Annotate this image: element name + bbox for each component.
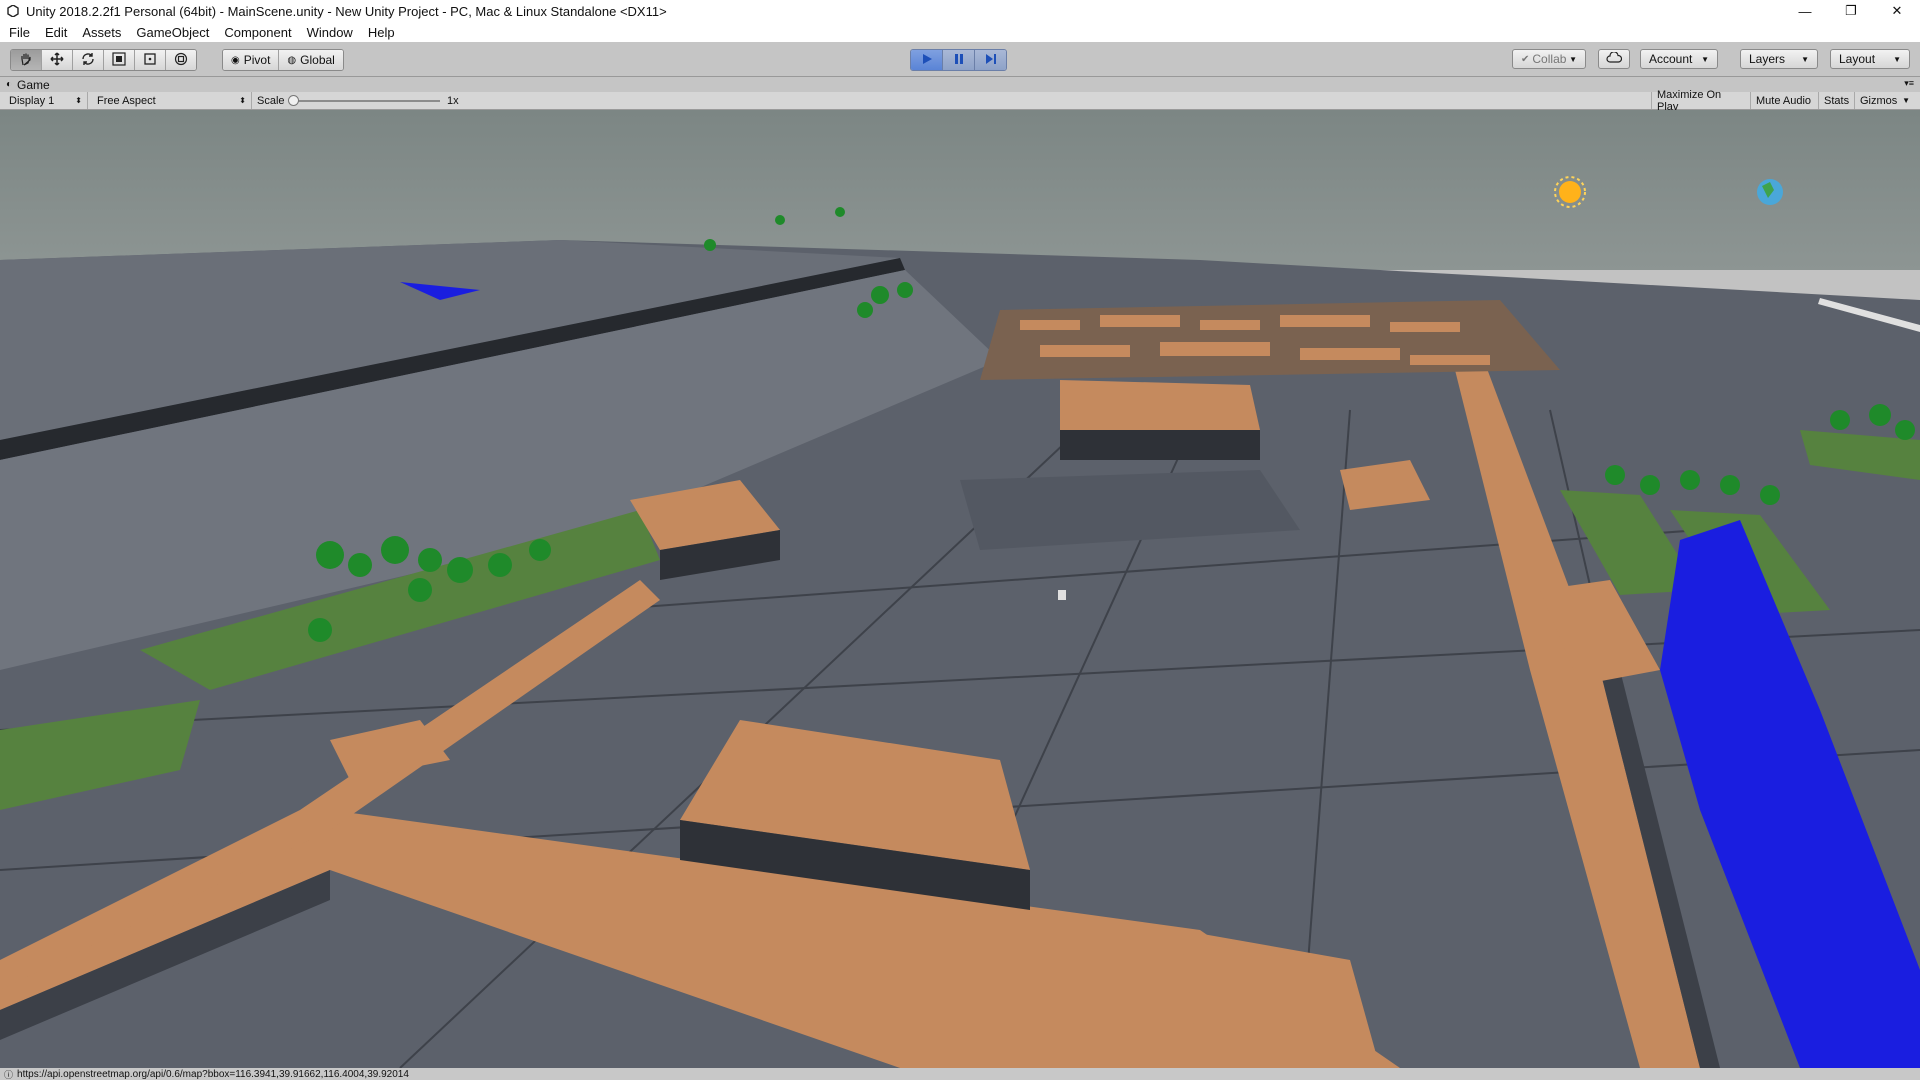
account-label: Account xyxy=(1649,52,1693,66)
aspect-dropdown[interactable]: Free Aspect ⬍ xyxy=(92,92,252,109)
close-button[interactable]: ✕ xyxy=(1874,0,1920,22)
dropdown-arrow-icon: ▼ xyxy=(1893,54,1901,64)
pivot-label: Pivot xyxy=(243,53,271,67)
global-label: Global xyxy=(300,53,335,67)
updown-arrow-icon: ⬍ xyxy=(75,96,82,105)
global-button[interactable]: ◍ Global xyxy=(279,50,343,70)
gizmos-dropdown[interactable]: Gizmos ▼ xyxy=(1855,92,1915,109)
layers-label: Layers xyxy=(1749,52,1786,66)
hand-icon xyxy=(19,52,33,69)
pacman-icon: ◐ xyxy=(6,79,13,90)
display-dropdown[interactable]: Display 1 ⬍ xyxy=(4,92,88,109)
scene-render xyxy=(0,110,1920,1068)
info-icon: ⓘ xyxy=(4,1069,14,1080)
pause-button[interactable] xyxy=(943,50,975,70)
maximize-on-play-toggle[interactable]: Maximize On Play xyxy=(1651,89,1751,113)
scale-tool-button[interactable] xyxy=(104,50,135,70)
transform-all-icon xyxy=(174,52,188,69)
menu-edit[interactable]: Edit xyxy=(36,25,73,40)
pivot-icon: ◉ xyxy=(231,54,240,66)
window-title: Unity 2018.2.2f1 Personal (64bit) - Main… xyxy=(26,3,667,19)
gizmos-label: Gizmos xyxy=(1860,94,1898,107)
cloud-button[interactable] xyxy=(1598,49,1630,69)
central-hall-side xyxy=(1060,430,1260,460)
account-dropdown[interactable]: Account ▼ xyxy=(1640,49,1718,69)
display-label: Display 1 xyxy=(9,94,55,107)
dropdown-arrow-icon: ▼ xyxy=(1569,54,1577,64)
menu-gameobject[interactable]: GameObject xyxy=(127,25,215,40)
rotate-tool-button[interactable] xyxy=(73,50,104,70)
pivot-button[interactable]: ◉ Pivot xyxy=(223,50,280,70)
central-hall-roof xyxy=(1060,380,1260,430)
playback-controls xyxy=(910,49,1007,71)
unity-logo-icon xyxy=(6,4,20,18)
scale-slider-track[interactable] xyxy=(292,100,440,102)
sky xyxy=(0,110,1920,270)
pause-icon xyxy=(953,53,965,68)
dropdown-arrow-icon: ▼ xyxy=(1801,54,1809,64)
window-title-bar: Unity 2018.2.2f1 Personal (64bit) - Main… xyxy=(0,0,1920,22)
menu-window[interactable]: Window xyxy=(298,25,359,40)
step-icon xyxy=(985,53,997,68)
aspect-label: Free Aspect xyxy=(97,94,156,107)
tab-game-label: Game xyxy=(17,77,50,92)
play-icon xyxy=(921,53,933,68)
menu-assets[interactable]: Assets xyxy=(73,25,127,40)
stats-toggle[interactable]: Stats xyxy=(1819,92,1855,109)
layers-dropdown[interactable]: Layers ▼ xyxy=(1740,49,1818,69)
collab-label: Collab xyxy=(1532,52,1567,66)
hand-tool-button[interactable] xyxy=(11,50,42,70)
menu-bar: File Edit Assets GameObject Component Wi… xyxy=(0,22,1920,42)
game-viewport[interactable] xyxy=(0,110,1920,1068)
globe-gizmo-icon[interactable] xyxy=(1757,179,1783,205)
tab-game[interactable]: ◐ Game xyxy=(6,77,50,92)
dropdown-arrow-icon: ▼ xyxy=(1701,54,1709,64)
main-toolbar: ◉ Pivot ◍ Global ✔ Collab ▼ Account ▼ La… xyxy=(0,42,1920,77)
transform-tools xyxy=(10,49,197,71)
scale-icon xyxy=(112,51,126,69)
minimize-button[interactable]: — xyxy=(1782,0,1828,22)
game-view-controls: Display 1 ⬍ Free Aspect ⬍ Scale 1x Maxim… xyxy=(0,89,1920,113)
mute-audio-toggle[interactable]: Mute Audio xyxy=(1751,92,1819,109)
tab-menu-icon[interactable]: ▾≡ xyxy=(1904,78,1914,89)
rear-cluster xyxy=(980,300,1560,380)
dropdown-arrow-icon: ▼ xyxy=(1902,96,1910,105)
scale-value: 1x xyxy=(447,94,459,107)
updown-arrow-icon: ⬍ xyxy=(239,96,246,105)
collab-dropdown[interactable]: ✔ Collab ▼ xyxy=(1512,49,1586,69)
menu-component[interactable]: Component xyxy=(215,25,297,40)
maximize-button[interactable]: ❐ xyxy=(1828,0,1874,22)
move-tool-button[interactable] xyxy=(42,50,73,70)
game-tab-bar: ◐ Game ▾≡ xyxy=(0,77,1920,92)
move-arrows-icon xyxy=(50,51,64,69)
layout-label: Layout xyxy=(1839,52,1876,66)
scale-slider-handle[interactable] xyxy=(288,95,299,106)
scale-label: Scale xyxy=(257,94,285,107)
status-bar: ⓘ https://api.openstreetmap.org/api/0.6/… xyxy=(0,1068,1920,1080)
layout-dropdown[interactable]: Layout ▼ xyxy=(1830,49,1910,69)
scene-object xyxy=(1058,590,1066,600)
play-button[interactable] xyxy=(911,50,943,70)
check-circle-icon: ✔ xyxy=(1521,53,1530,65)
globe-icon: ◍ xyxy=(287,54,297,66)
transform-all-tool-button[interactable] xyxy=(166,50,196,70)
pivot-global-group: ◉ Pivot ◍ Global xyxy=(222,49,344,71)
step-button[interactable] xyxy=(975,50,1006,70)
cloud-icon xyxy=(1606,51,1623,66)
status-message[interactable]: https://api.openstreetmap.org/api/0.6/ma… xyxy=(17,1069,409,1080)
menu-file[interactable]: File xyxy=(0,25,36,40)
menu-help[interactable]: Help xyxy=(359,25,401,40)
rect-transform-icon xyxy=(143,52,157,69)
rect-tool-button[interactable] xyxy=(135,50,166,70)
rotate-icon xyxy=(81,52,95,69)
